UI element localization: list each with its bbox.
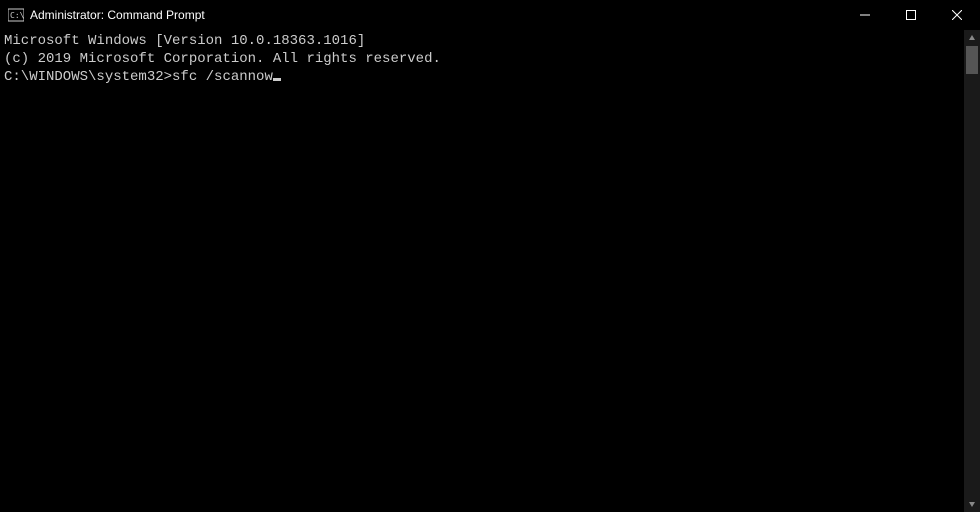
titlebar-left: C:\ Administrator: Command Prompt	[0, 7, 842, 23]
content-area: Microsoft Windows [Version 10.0.18363.10…	[0, 30, 980, 512]
titlebar[interactable]: C:\ Administrator: Command Prompt	[0, 0, 980, 30]
scroll-up-arrow-icon[interactable]	[964, 30, 980, 46]
scroll-thumb[interactable]	[966, 46, 978, 74]
titlebar-controls	[842, 0, 980, 30]
terminal-output[interactable]: Microsoft Windows [Version 10.0.18363.10…	[0, 30, 964, 512]
output-line: (c) 2019 Microsoft Corporation. All righ…	[4, 50, 960, 68]
close-button[interactable]	[934, 0, 980, 30]
scroll-down-arrow-icon[interactable]	[964, 496, 980, 512]
output-line: Microsoft Windows [Version 10.0.18363.10…	[4, 32, 960, 50]
cmd-icon: C:\	[8, 7, 24, 23]
text-cursor	[273, 78, 281, 81]
svg-text:C:\: C:\	[10, 11, 24, 20]
command-prompt-window: C:\ Administrator: Command Prompt	[0, 0, 980, 512]
scroll-track[interactable]	[964, 46, 980, 496]
prompt-line: C:\WINDOWS\system32>sfc /scannow	[4, 69, 281, 85]
vertical-scrollbar[interactable]	[964, 30, 980, 512]
window-title: Administrator: Command Prompt	[30, 8, 205, 22]
minimize-button[interactable]	[842, 0, 888, 30]
maximize-button[interactable]	[888, 0, 934, 30]
prompt-path: C:\WINDOWS\system32>	[4, 69, 172, 85]
command-input[interactable]: sfc /scannow	[172, 69, 273, 85]
